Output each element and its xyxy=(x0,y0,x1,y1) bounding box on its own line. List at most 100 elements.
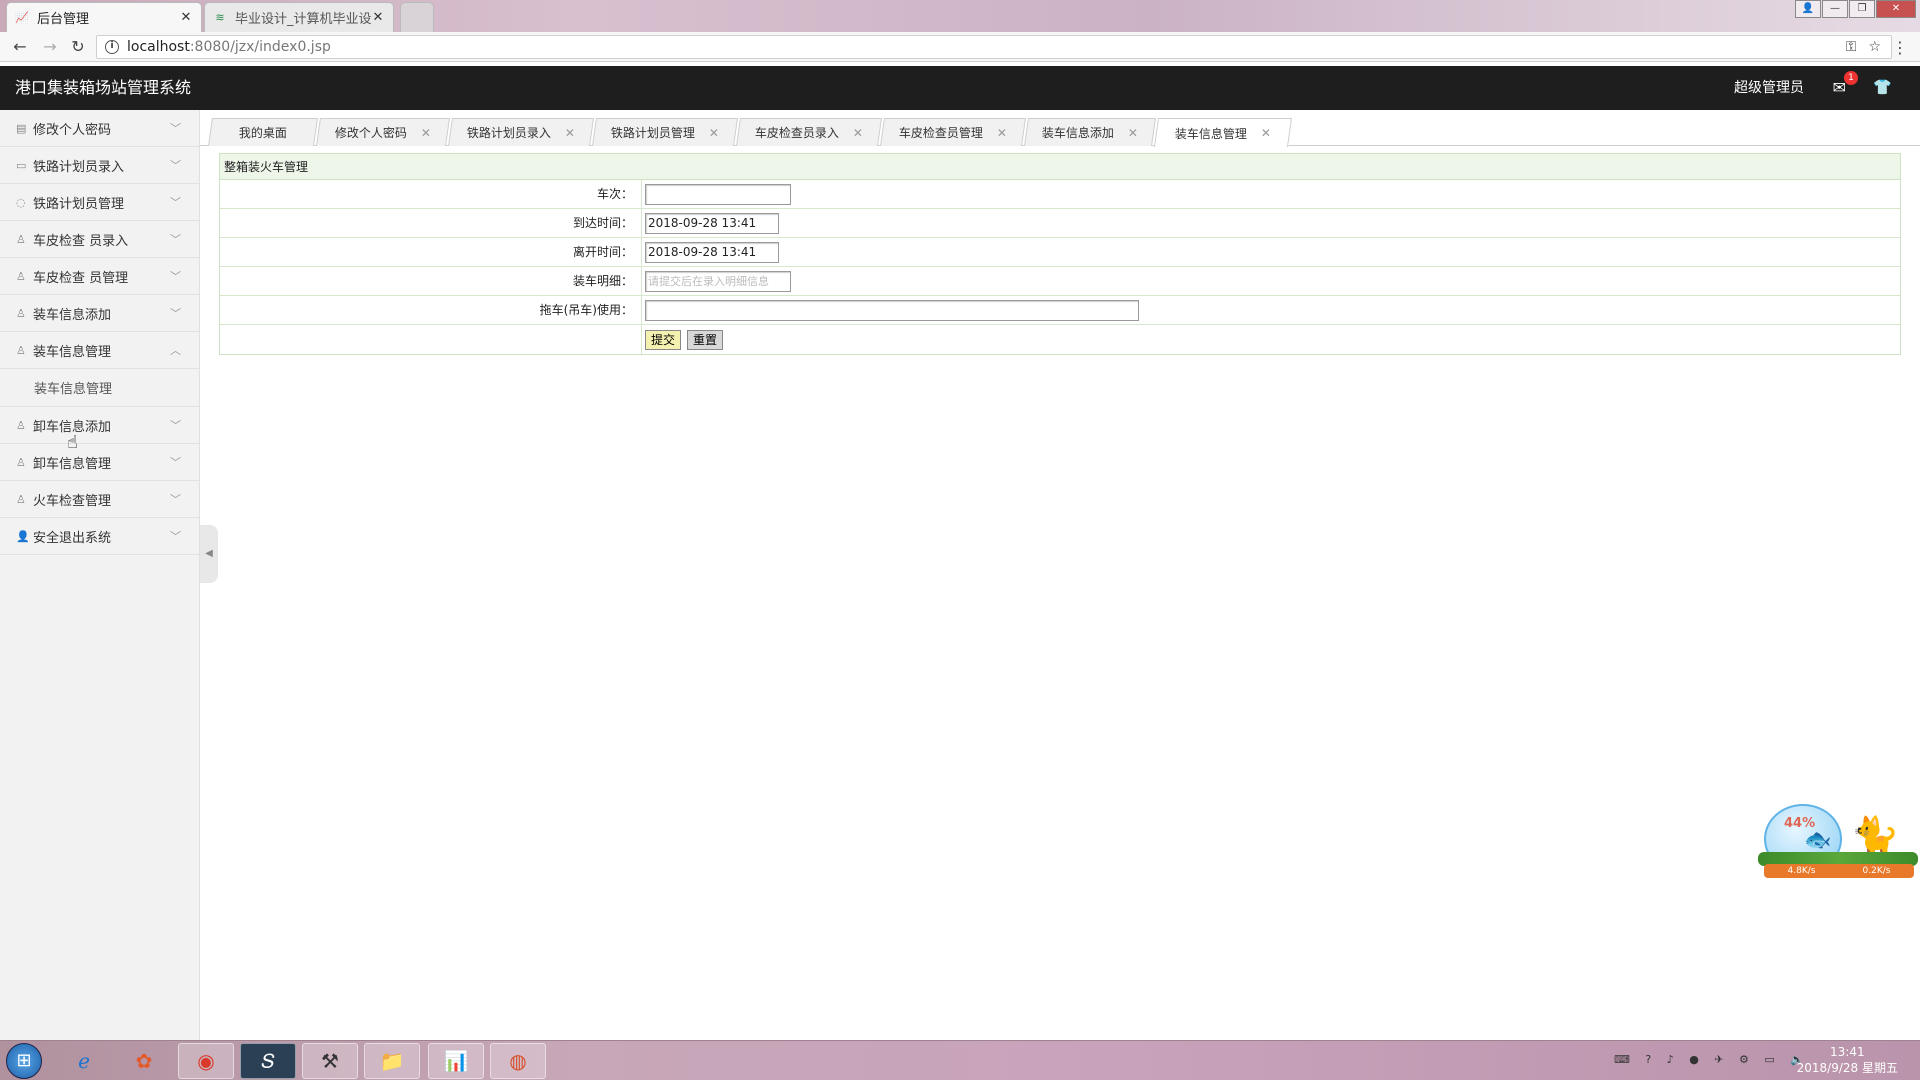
browser-tab-graduation[interactable]: ≋ 毕业设计_计算机毕业设计 ✕ xyxy=(204,2,394,32)
back-icon[interactable]: ← xyxy=(10,37,30,57)
skin-shirt-icon[interactable]: 👕 xyxy=(1873,78,1892,96)
tab-label: 修改个人密码 xyxy=(334,126,407,140)
close-window-icon[interactable]: ✕ xyxy=(1876,0,1916,18)
sublime-icon[interactable]: 𝑆 xyxy=(240,1043,296,1079)
chevron-down-icon: ﹀ xyxy=(170,530,181,543)
info-icon[interactable]: i xyxy=(105,40,119,54)
key-icon[interactable]: ⚿ xyxy=(1846,39,1857,55)
sidebar-item-label: 安全退出系统 xyxy=(33,530,112,546)
sidebar-item-rail-planner-manage[interactable]: ◌ 铁路计划员管理 ﹀ xyxy=(0,184,199,221)
form-row-tractor: 拖车(吊车)使用： xyxy=(220,296,1900,325)
form-row-arrive-time: 到达时间： xyxy=(220,209,1900,238)
sidebar-item-inspector-entry[interactable]: ♙ 车皮检查 员录入 ﹀ xyxy=(0,221,199,258)
speed-bar: 4.8K/s 0.2K/s xyxy=(1764,864,1914,878)
chevron-down-icon: ﹀ xyxy=(170,122,181,135)
folder-icon[interactable]: 📁 xyxy=(364,1043,420,1079)
tractor-input[interactable] xyxy=(645,299,1139,321)
tab-label: 车皮检查员管理 xyxy=(898,126,983,140)
network-speed-widget[interactable]: 44% 🐟 🐈 4.8K/s 0.2K/s xyxy=(1758,800,1918,880)
ie-icon[interactable]: ℯ xyxy=(56,1043,112,1079)
loading-form: 整箱装火车管理 车次： 到达时间： 离开时间： 装车明细： 拖车(吊车)使用： … xyxy=(219,153,1901,355)
tab-inspector-entry[interactable]: 车皮检查员录入 ✕ xyxy=(736,118,882,146)
close-icon[interactable]: ✕ xyxy=(853,126,863,140)
close-tab-icon[interactable]: ✕ xyxy=(371,10,385,25)
close-icon[interactable]: ✕ xyxy=(565,126,575,140)
pinwheel-app-icon[interactable]: ✿ xyxy=(116,1043,172,1079)
sidebar-item-loading-add[interactable]: ♙ 装车信息添加 ﹀ xyxy=(0,295,199,332)
sidebar-item-inspector-manage[interactable]: ♙ 车皮检查 员管理 ﹀ xyxy=(0,258,199,295)
profile-icon[interactable]: 👤 xyxy=(1795,0,1821,18)
sidebar-collapse-handle[interactable]: ◀ xyxy=(200,525,218,583)
sidebar-item-change-password[interactable]: ▤ 修改个人密码 ﹀ xyxy=(0,110,199,147)
forward-icon[interactable]: → xyxy=(40,37,60,57)
tab-inspector-manage[interactable]: 车皮检查员管理 ✕ xyxy=(880,118,1026,146)
sidebar-item-label: 装车信息添加 xyxy=(33,307,112,323)
mail-count-badge: 1 xyxy=(1844,71,1858,85)
new-tab-button[interactable] xyxy=(400,2,434,32)
detail-label: 装车明细： xyxy=(220,267,642,295)
user-icon: ♙ xyxy=(16,455,26,469)
close-icon[interactable]: ✕ xyxy=(421,126,431,140)
system-tray[interactable]: ⌨ ? ♪ ● ✈ ⚙ ▭ 🔈 xyxy=(1614,1053,1810,1066)
close-icon[interactable]: ✕ xyxy=(1261,126,1271,140)
sidebar-item-label: 火车检查管理 xyxy=(33,493,112,509)
tab-desktop[interactable]: 我的桌面 xyxy=(208,118,318,146)
chevron-down-icon: ﹀ xyxy=(170,233,181,246)
tab-rail-planner-manage[interactable]: 铁路计划员管理 ✕ xyxy=(592,118,738,146)
sidebar-item-rail-planner-entry[interactable]: ▭ 铁路计划员录入 ﹀ xyxy=(0,147,199,184)
close-icon[interactable]: ✕ xyxy=(997,126,1007,140)
browser-tab-title: 后台管理 xyxy=(37,12,90,27)
browser-tab-admin[interactable]: 📈 后台管理 ✕ xyxy=(6,2,202,32)
sidebar-item-train-inspection[interactable]: ♙ 火车检查管理 ﹀ xyxy=(0,481,199,518)
submenu-loading-manage[interactable]: 装车信息管理 xyxy=(0,369,199,407)
form-row-actions: 提交 重置 xyxy=(220,325,1900,354)
close-tab-icon[interactable]: ✕ xyxy=(179,10,193,25)
form-heading: 整箱装火车管理 xyxy=(220,154,1900,180)
depart-time-input[interactable] xyxy=(645,241,779,263)
fox-app-icon[interactable]: ◍ xyxy=(490,1043,546,1079)
arrive-time-input[interactable] xyxy=(645,212,779,234)
sidebar-item-logout[interactable]: 👤 安全退出系统 ﹀ xyxy=(0,518,199,555)
sidebar-item-unloading-add[interactable]: ♙ 卸车信息添加 ﹀ xyxy=(0,407,199,444)
user-icon: ♙ xyxy=(16,492,26,506)
star-icon[interactable]: ☆ xyxy=(1868,39,1881,55)
reset-button[interactable]: 重置 xyxy=(687,329,724,350)
tab-loading-add[interactable]: 装车信息添加 ✕ xyxy=(1024,118,1156,146)
tab-loading-manage[interactable]: 装车信息管理 ✕ xyxy=(1153,118,1293,147)
browser-tab-title: 毕业设计_计算机毕业设计 xyxy=(235,12,371,27)
minimize-icon[interactable]: — xyxy=(1822,0,1848,18)
url-path: :8080/jzx/index0.jsp xyxy=(189,39,331,55)
submit-button[interactable]: 提交 xyxy=(645,329,682,350)
tab-change-password[interactable]: 修改个人密码 ✕ xyxy=(316,118,450,146)
user-icon: ♙ xyxy=(16,306,26,320)
user-icon: ♙ xyxy=(16,343,26,357)
user-icon: ♙ xyxy=(16,418,26,432)
tab-label: 装车信息添加 xyxy=(1041,126,1114,140)
sidebar-item-loading-manage[interactable]: ♙ 装车信息管理 ︿ xyxy=(0,332,199,369)
sidebar-item-unloading-manage[interactable]: ♙ 卸车信息管理 ﹀ xyxy=(0,444,199,481)
chrome-icon[interactable]: ◉ xyxy=(178,1043,234,1079)
browser-menu-icon[interactable]: ⋮ xyxy=(1892,38,1908,57)
train-no-input[interactable] xyxy=(645,183,791,205)
chevron-down-icon: ﹀ xyxy=(170,270,181,283)
close-icon[interactable]: ✕ xyxy=(1128,126,1138,140)
admin-label[interactable]: 超级管理员 xyxy=(1734,66,1804,110)
reload-icon[interactable]: ↻ xyxy=(68,37,88,57)
windows-taskbar: ⊞ ℯ ✿ ◉ 𝑆 ⚒ 📁 📊 ◍ ⌨ ? ♪ ● ✈ ⚙ ▭ 🔈 13:41 … xyxy=(0,1040,1920,1080)
chart-app-icon[interactable]: 📊 xyxy=(428,1043,484,1079)
site-favicon-icon: ≋ xyxy=(215,11,225,24)
user-icon: ♙ xyxy=(16,269,26,283)
tractor-label: 拖车(吊车)使用： xyxy=(220,296,642,324)
taskbar-clock[interactable]: 13:41 2018/9/28 星期五 xyxy=(1797,1044,1898,1076)
address-bar[interactable]: i localhost :8080/jzx/index0.jsp ⚿ ☆ xyxy=(96,35,1892,59)
train-no-label: 车次： xyxy=(220,180,642,208)
tab-rail-planner-entry[interactable]: 铁路计划员录入 ✕ xyxy=(448,118,594,146)
depart-time-label: 离开时间： xyxy=(220,238,642,266)
maximize-icon[interactable]: ❐ xyxy=(1849,0,1875,18)
tools-icon[interactable]: ⚒ xyxy=(302,1043,358,1079)
detail-input[interactable] xyxy=(645,270,791,292)
content-tabbar: 我的桌面 修改个人密码 ✕ 铁路计划员录入 ✕ 铁路计划员管理 ✕ 车皮检查员录入 ✕ … xyxy=(200,110,1920,147)
chart-favicon-icon: 📈 xyxy=(15,11,29,24)
start-button[interactable]: ⊞ xyxy=(6,1043,42,1079)
close-icon[interactable]: ✕ xyxy=(709,126,719,140)
